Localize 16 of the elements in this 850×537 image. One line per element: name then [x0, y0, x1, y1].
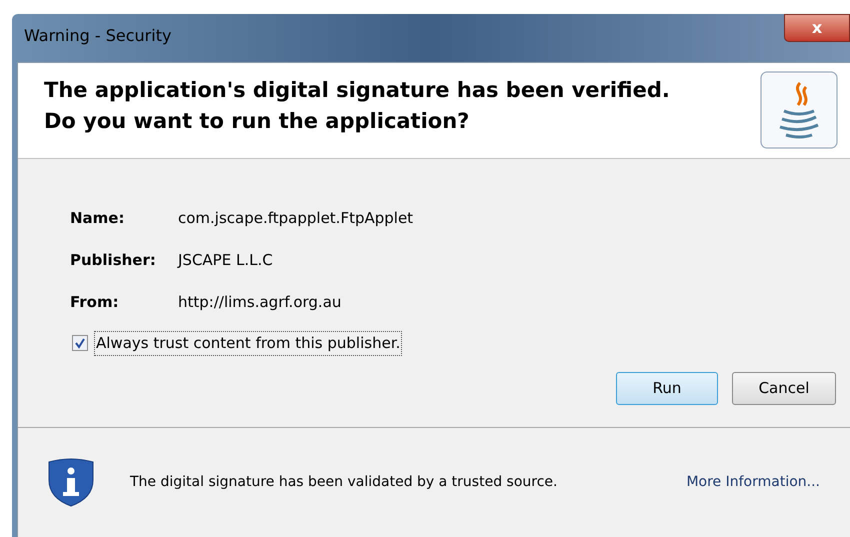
heading-text: The application's digital signature has been verified.	[44, 77, 670, 104]
coffee-cup-icon	[760, 71, 838, 149]
cancel-button[interactable]: Cancel	[732, 372, 836, 404]
field-label: From:	[70, 292, 120, 313]
field-label: Publisher:	[70, 250, 157, 271]
window-title: Warning - Security	[24, 25, 172, 47]
run-button[interactable]: Run	[616, 372, 718, 404]
field-value: JSCAPE L.L.C	[178, 250, 273, 271]
field-value: com.jscape.ftpapplet.FtpApplet	[178, 208, 414, 229]
status-message: The digital signature has been validated by a trusted source.	[130, 472, 558, 492]
field-value: http://lims.agrf.org.au	[178, 292, 342, 313]
heading-text: Do you want to run the application?	[44, 108, 470, 135]
field-label: Name:	[70, 208, 126, 229]
checkbox[interactable]	[72, 335, 88, 352]
checkbox-label[interactable]: Always trust content from this publisher.	[94, 331, 402, 356]
more-information-link[interactable]: More Information...	[686, 472, 820, 493]
